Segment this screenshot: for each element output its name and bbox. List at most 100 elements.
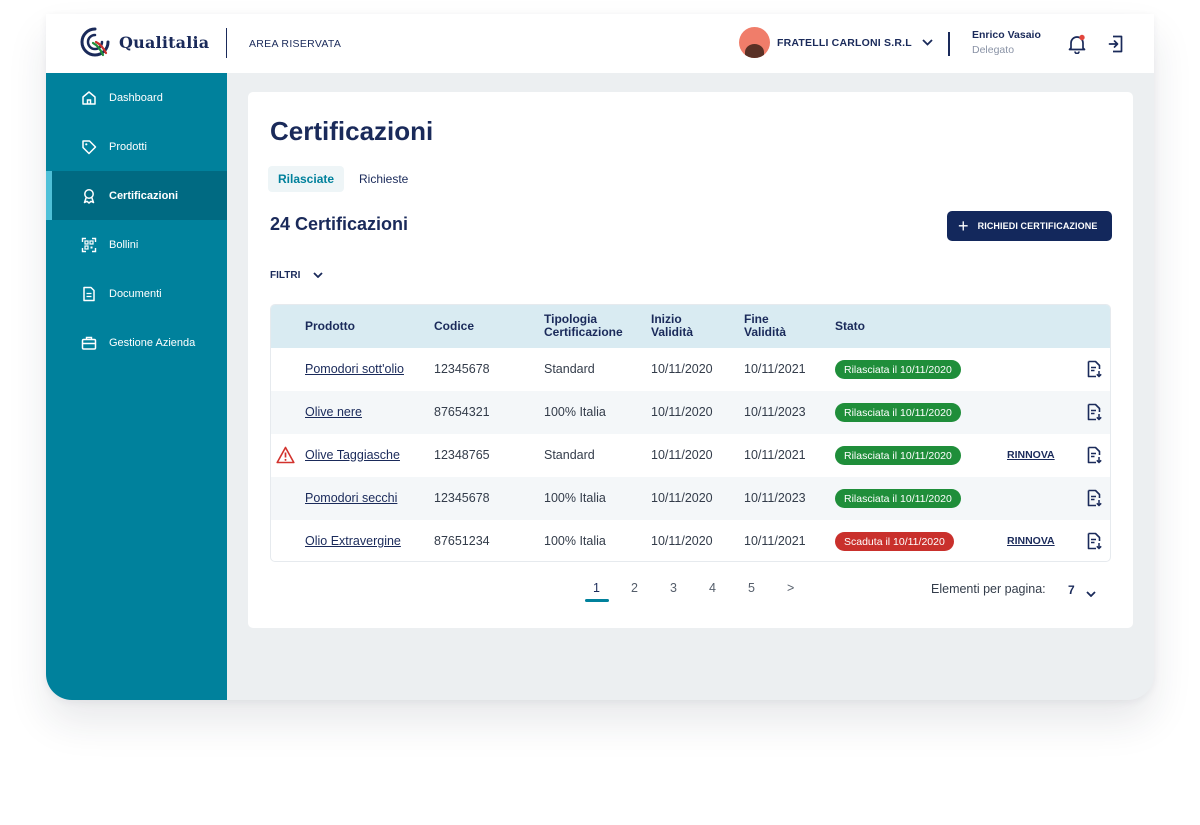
product-link[interactable]: Olive nere: [305, 405, 362, 419]
product-link[interactable]: Olive Taggiasche: [305, 448, 400, 462]
next-page-button[interactable]: >: [787, 581, 794, 595]
sidebar-item-certificazioni[interactable]: Certificazioni: [46, 171, 227, 220]
start-date-cell: 10/11/2020: [651, 362, 713, 376]
company-avatar: [739, 27, 770, 58]
page-1-button[interactable]: 1: [593, 581, 600, 595]
column-header-start-line2: Validità: [651, 325, 694, 339]
status-badge: Scaduta il 10/11/2020: [835, 532, 954, 551]
per-page-label: Elementi per pagina:: [931, 582, 1046, 596]
download-document-icon[interactable]: [1087, 446, 1102, 464]
logo-text: Qualitalia: [119, 32, 210, 52]
column-header-status[interactable]: Stato: [835, 320, 865, 333]
user-info[interactable]: Enrico Vasaio Delegato: [972, 29, 1041, 56]
top-bar: Qualitalia AREA RISERVATA FRATELLI CARLO…: [46, 14, 1154, 73]
type-cell: Standard: [544, 448, 595, 462]
certifications-count: 24 Certificazioni: [270, 214, 409, 234]
user-name: Enrico Vasaio: [972, 29, 1041, 41]
sidebar-item-label: Documenti: [109, 287, 162, 300]
renew-link[interactable]: RINNOVA: [1007, 449, 1055, 461]
logo[interactable]: Qualitalia: [79, 26, 209, 58]
table-row: Olive Taggiasche 12348765 Standard 10/11…: [271, 434, 1110, 477]
table-row: Olive nere 87654321 100% Italia 10/11/20…: [271, 391, 1110, 434]
product-link[interactable]: Olio Extravergine: [305, 534, 401, 548]
sidebar-item-label: Bollini: [109, 238, 139, 251]
award-icon: [83, 188, 95, 204]
per-page-select[interactable]: 7: [1068, 583, 1075, 597]
start-date-cell: 10/11/2020: [651, 405, 713, 419]
status-badge: Rilasciata il 10/11/2020: [835, 489, 961, 508]
code-cell: 87654321: [434, 405, 490, 419]
code-cell: 12348765: [434, 448, 490, 462]
column-header-start[interactable]: Inizio Validità: [651, 313, 693, 339]
status-badge: Rilasciata il 10/11/2020: [835, 446, 961, 465]
status-badge: Rilasciata il 10/11/2020: [835, 403, 961, 422]
tab-richieste[interactable]: Richieste: [349, 166, 418, 192]
product-link[interactable]: Pomodori secchi: [305, 491, 397, 505]
sidebar-item-dashboard[interactable]: Dashboard: [46, 73, 227, 122]
home-icon: [82, 90, 96, 105]
sidebar-item-label: Gestione Azienda: [109, 336, 196, 349]
sidebar-item-label: Prodotti: [109, 140, 147, 153]
sidebar-item-bollini[interactable]: Bollini: [46, 220, 227, 269]
column-header-end[interactable]: Fine Validità: [744, 313, 786, 339]
download-document-icon[interactable]: [1087, 532, 1102, 550]
sidebar-item-prodotti[interactable]: Prodotti: [46, 122, 227, 171]
header-divider: [226, 28, 227, 58]
code-cell: 12345678: [434, 491, 490, 505]
header-divider-2: [948, 32, 950, 56]
table-header: Prodotto Codice Tipologia Certificazione…: [271, 305, 1110, 348]
end-date-cell: 10/11/2023: [744, 491, 806, 505]
start-date-cell: 10/11/2020: [651, 534, 713, 548]
type-cell: 100% Italia: [544, 534, 606, 548]
column-header-product[interactable]: Prodotto: [305, 320, 355, 333]
bell-icon[interactable]: [1068, 34, 1086, 55]
sidebar-item-documenti[interactable]: Documenti: [46, 269, 227, 318]
request-certification-button[interactable]: + RICHIEDI CERTIFICAZIONE: [947, 211, 1112, 241]
chevron-down-icon: [312, 269, 324, 281]
qr-code-icon: [81, 237, 97, 252]
column-header-end-line2: Validità: [744, 325, 787, 339]
page-3-button[interactable]: 3: [670, 581, 677, 595]
chevron-down-icon[interactable]: [1086, 584, 1096, 602]
tab-rilasciate[interactable]: Rilasciate: [268, 166, 345, 192]
warning-icon: [276, 446, 295, 464]
company-name: FRATELLI CARLONI S.R.L: [777, 36, 912, 49]
end-date-cell: 10/11/2021: [744, 448, 806, 462]
download-document-icon[interactable]: [1087, 360, 1102, 378]
qualitalia-logo-icon: [80, 27, 110, 57]
start-date-cell: 10/11/2020: [651, 448, 713, 462]
plus-icon: +: [958, 216, 969, 236]
sidebar-item-gestione-azienda[interactable]: Gestione Azienda: [46, 318, 227, 367]
download-document-icon[interactable]: [1087, 489, 1102, 507]
sidebar: Dashboard Prodotti Certificazioni Bollin…: [46, 73, 227, 700]
column-header-code[interactable]: Codice: [434, 320, 474, 333]
table-row: Olio Extravergine 87651234 100% Italia 1…: [271, 520, 1110, 561]
status-badge: Rilasciata il 10/11/2020: [835, 360, 961, 379]
filters-toggle[interactable]: FILTRI: [270, 269, 324, 281]
request-certification-label: RICHIEDI CERTIFICAZIONE: [977, 221, 1098, 231]
download-document-icon[interactable]: [1087, 403, 1102, 421]
table-row: Pomodori sott'olio 12345678 Standard 10/…: [271, 348, 1110, 391]
company-selector[interactable]: FRATELLI CARLONI S.R.L: [739, 27, 934, 58]
current-page-indicator: [585, 599, 609, 602]
area-label: AREA RISERVATA: [249, 38, 342, 50]
main-card: Certificazioni Rilasciate Richieste 24 C…: [248, 92, 1133, 628]
briefcase-icon: [81, 336, 97, 350]
chevron-down-icon: [922, 37, 934, 49]
column-header-type[interactable]: Tipologia Certificazione: [544, 313, 623, 339]
end-date-cell: 10/11/2023: [744, 405, 806, 419]
page-4-button[interactable]: 4: [709, 581, 716, 595]
tag-icon: [82, 139, 97, 154]
page-2-button[interactable]: 2: [631, 581, 638, 595]
column-header-type-line2: Certificazione: [544, 325, 623, 339]
start-date-cell: 10/11/2020: [651, 491, 713, 505]
page-5-button[interactable]: 5: [748, 581, 755, 595]
renew-link[interactable]: RINNOVA: [1007, 535, 1055, 547]
document-icon: [83, 286, 95, 301]
product-link[interactable]: Pomodori sott'olio: [305, 362, 404, 376]
logout-icon[interactable]: [1108, 35, 1124, 53]
type-cell: 100% Italia: [544, 491, 606, 505]
filters-label: FILTRI: [270, 269, 301, 281]
table-row: Pomodori secchi 12345678 100% Italia 10/…: [271, 477, 1110, 520]
end-date-cell: 10/11/2021: [744, 534, 806, 548]
